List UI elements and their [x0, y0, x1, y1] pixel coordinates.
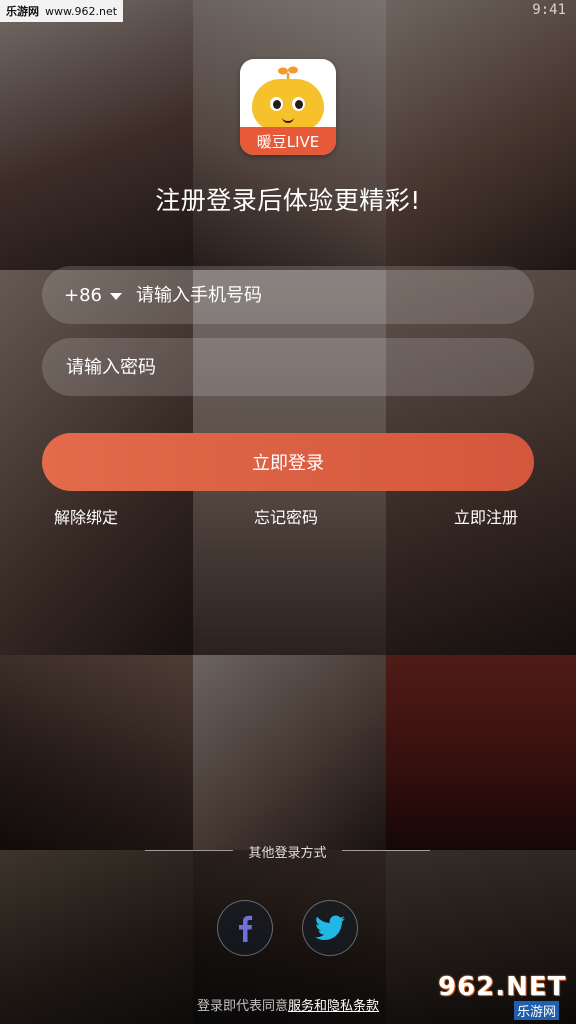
- country-code-selector[interactable]: +86: [64, 285, 122, 306]
- register-link[interactable]: 立即注册: [454, 504, 518, 528]
- mascot-mouth: [282, 115, 294, 123]
- forgot-password-link[interactable]: 忘记密码: [254, 504, 318, 528]
- watermark-logo-text: 962.NET: [438, 972, 567, 1002]
- terms-prefix: 登录即代表同意: [196, 999, 288, 1014]
- chevron-down-icon: [110, 292, 122, 300]
- password-input[interactable]: [64, 337, 534, 397]
- other-login-label: 其他登录方式: [248, 846, 327, 861]
- site-watermark-bottom: 962.NET 乐游网: [438, 972, 570, 1020]
- background-photo: [386, 0, 576, 270]
- watermark-logo-subtext: 乐游网: [514, 1001, 560, 1020]
- divider-line: [145, 850, 233, 851]
- site-watermark-top: 乐游网 www.962.net: [0, 0, 124, 22]
- twitter-login-button[interactable]: [302, 900, 358, 956]
- divider-line: [342, 850, 430, 851]
- facebook-icon: [239, 915, 253, 942]
- password-field: [42, 337, 534, 397]
- status-bar-time: 9:41: [532, 2, 566, 18]
- app-logo-label: 暖豆LIVE: [240, 127, 336, 155]
- mascot-face: [252, 79, 324, 131]
- other-login-divider: 其他登录方式: [0, 842, 576, 861]
- background-photo: [386, 655, 576, 850]
- terms-link[interactable]: 服务和隐私条款: [288, 999, 379, 1014]
- country-code-value: +86: [64, 284, 102, 306]
- facebook-login-button[interactable]: [217, 900, 273, 956]
- twitter-icon: [315, 915, 345, 940]
- background-photo: [0, 0, 193, 270]
- phone-field: +86: [42, 265, 534, 325]
- background-photo: [0, 655, 193, 850]
- phone-input[interactable]: [134, 265, 534, 325]
- watermark-site-url: www.962.net: [45, 4, 118, 18]
- login-button[interactable]: 立即登录: [42, 433, 534, 491]
- unbind-link[interactable]: 解除绑定: [54, 504, 118, 528]
- app-logo: 暖豆LIVE: [240, 59, 336, 155]
- background-photo: [193, 655, 386, 850]
- mascot-eye: [292, 97, 305, 111]
- watermark-site-name: 乐游网: [6, 5, 39, 18]
- mascot-eye: [270, 97, 283, 111]
- page-headline: 注册登录后体验更精彩!: [155, 186, 421, 215]
